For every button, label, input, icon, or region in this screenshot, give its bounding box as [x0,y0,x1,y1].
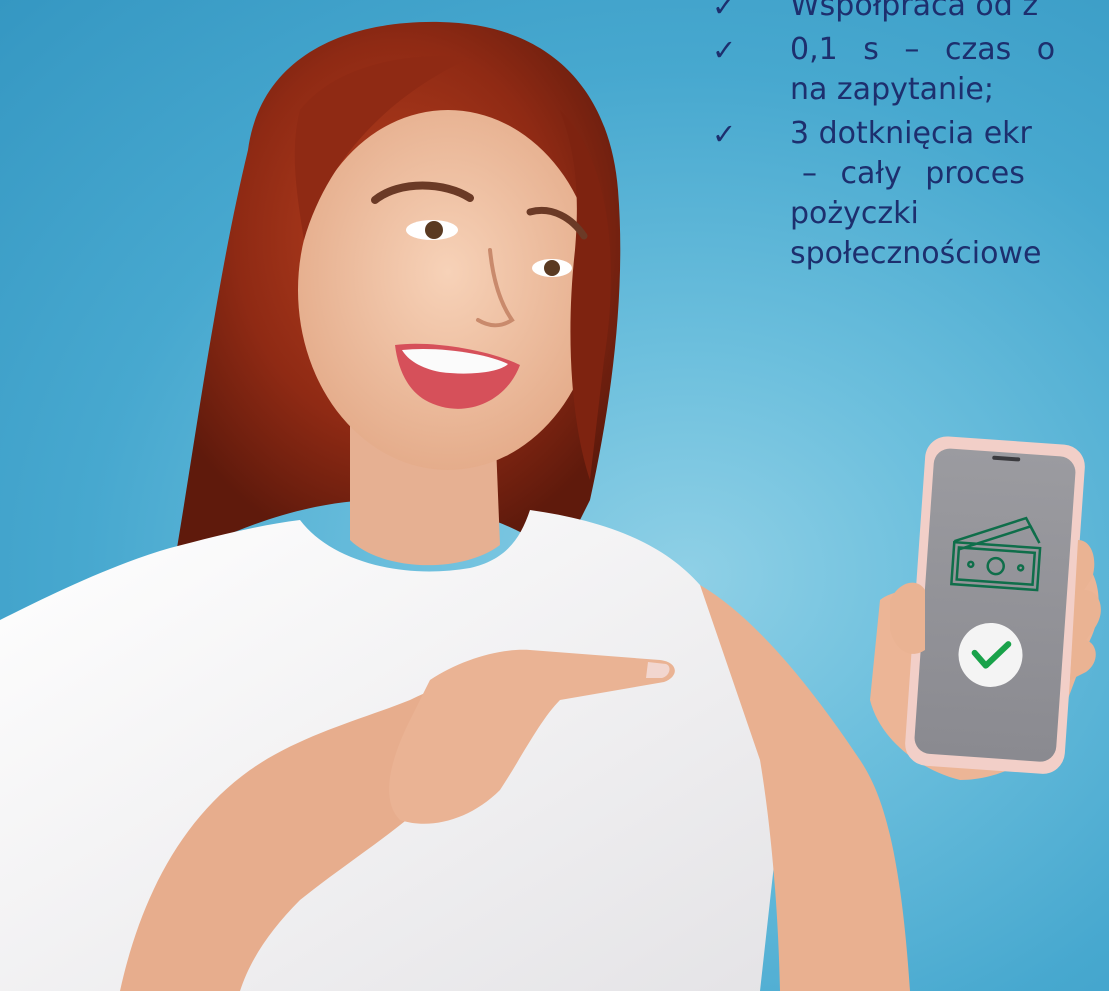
left-iris [425,221,443,239]
benefit-text: 0,1 s – czas o [790,32,1056,67]
checkmark-icon: ✓ [712,33,737,67]
right-iris [544,260,560,276]
benefit-item: ✓ 3 dotknięcia ekr – cały proces pożyczk… [712,114,1109,274]
benefit-text: Współpraca od z [790,0,1039,23]
benefit-item: ✓ Współpraca od z [712,0,1109,26]
checkmark-icon: ✓ [712,117,737,151]
hero-banner: ✓ Współpraca od z ✓ 0,1 s – czas o na za… [0,0,1109,991]
benefit-text: na zapytanie; [790,72,994,107]
benefit-text: – cały proces [802,156,1025,191]
benefit-item: ✓ 0,1 s – czas o na zapytanie; [712,30,1109,110]
benefit-text: 3 dotknięcia ekr [790,116,1032,151]
phone-screen [914,448,1076,762]
benefit-text: pożyczki [790,196,919,231]
smartphone [905,436,1085,774]
index-finger-nail [646,662,670,678]
benefits-list: ✓ Współpraca od z ✓ 0,1 s – czas o na za… [712,0,1109,278]
benefit-text: społecznościowe [790,236,1042,271]
checkmark-icon: ✓ [712,0,737,23]
face [298,110,598,470]
